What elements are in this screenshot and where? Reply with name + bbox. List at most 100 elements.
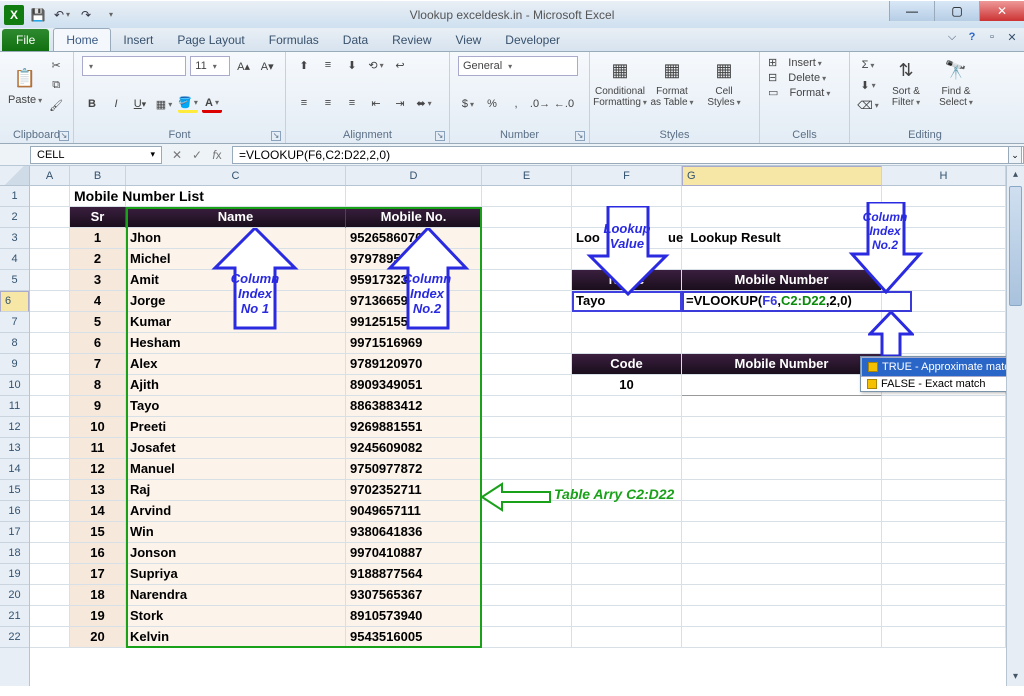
row-header[interactable]: 21 (0, 606, 29, 627)
fill-icon[interactable]: ⬇ (858, 76, 878, 94)
cell[interactable] (682, 207, 882, 228)
cell[interactable]: Preeti (126, 417, 346, 438)
tab-formulas[interactable]: Formulas (257, 29, 331, 51)
cell[interactable] (30, 186, 70, 207)
cell[interactable]: 8 (70, 375, 126, 396)
cell[interactable] (482, 627, 572, 648)
format-cells-button[interactable]: ▭ Format (768, 86, 841, 99)
help-icon[interactable]: ? (964, 31, 980, 44)
cell[interactable]: Alex (126, 354, 346, 375)
cell[interactable]: Tayo (572, 291, 682, 312)
cell[interactable]: 9702352711 (346, 480, 482, 501)
close-button[interactable]: ✕ (979, 1, 1024, 21)
row-header[interactable]: 13 (0, 438, 29, 459)
cell[interactable] (682, 606, 882, 627)
cell[interactable] (682, 543, 882, 564)
dialog-launcher-icon[interactable]: ↘ (59, 131, 69, 141)
cell[interactable] (30, 564, 70, 585)
decrease-decimal-icon[interactable]: ←.0 (554, 95, 574, 113)
cell[interactable] (682, 249, 882, 270)
cell[interactable]: Mobile Number (682, 354, 882, 375)
cell[interactable] (882, 585, 1006, 606)
cell[interactable] (882, 396, 1006, 417)
cell[interactable]: Michel (126, 249, 346, 270)
cell[interactable] (30, 291, 70, 312)
cell[interactable] (482, 333, 572, 354)
cell[interactable] (30, 249, 70, 270)
cell[interactable]: Code (572, 354, 682, 375)
cell[interactable] (482, 417, 572, 438)
underline-button[interactable]: U▾ (130, 95, 150, 113)
row-header[interactable]: 8 (0, 333, 29, 354)
cell[interactable] (682, 333, 882, 354)
cell[interactable]: 6 (70, 333, 126, 354)
row-header[interactable]: 2 (0, 207, 29, 228)
merge-center-icon[interactable]: ⬌ (414, 94, 434, 112)
cell[interactable] (30, 417, 70, 438)
align-center-icon[interactable]: ≡ (318, 94, 338, 112)
shrink-font-icon[interactable]: A▾ (257, 57, 277, 75)
cell[interactable] (572, 417, 682, 438)
cell[interactable] (482, 186, 572, 207)
cell[interactable] (30, 375, 70, 396)
row-header[interactable]: 6 (0, 291, 29, 312)
scroll-up-icon[interactable]: ▴ (1007, 166, 1024, 184)
cell[interactable]: Narendra (126, 585, 346, 606)
maximize-button[interactable]: ▢ (934, 1, 979, 21)
border-button[interactable]: ▦ (154, 95, 174, 113)
cell[interactable] (30, 522, 70, 543)
insert-cells-button[interactable]: ⊞ Insert (768, 56, 841, 69)
col-header[interactable]: B (70, 166, 126, 185)
cell[interactable] (482, 354, 572, 375)
cell[interactable] (30, 543, 70, 564)
cell[interactable]: Ajith (126, 375, 346, 396)
bold-button[interactable]: B (82, 95, 102, 113)
cell[interactable] (682, 564, 882, 585)
cell[interactable] (482, 249, 572, 270)
cell[interactable]: Supriya (126, 564, 346, 585)
cell[interactable]: 9307565367 (346, 585, 482, 606)
cell-styles-button[interactable]: ▦Cell Styles (702, 56, 746, 108)
cell[interactable]: 20 (70, 627, 126, 648)
cell[interactable] (572, 606, 682, 627)
cell[interactable] (30, 396, 70, 417)
enter-formula-icon[interactable]: ✓ (188, 148, 206, 162)
cell[interactable]: 5 (70, 312, 126, 333)
currency-icon[interactable]: $ (458, 95, 478, 113)
cell[interactable]: Jorge (126, 291, 346, 312)
col-header[interactable]: E (482, 166, 572, 185)
cell[interactable] (30, 501, 70, 522)
cell[interactable]: 15 (70, 522, 126, 543)
cell[interactable] (572, 501, 682, 522)
increase-indent-icon[interactable]: ⇥ (390, 94, 410, 112)
cell[interactable]: Jhon (126, 228, 346, 249)
cell[interactable] (572, 543, 682, 564)
cell[interactable]: Raj (126, 480, 346, 501)
cell[interactable]: Win (126, 522, 346, 543)
cell[interactable]: Mobile Number List (70, 186, 126, 207)
cell[interactable]: 8863883412 (346, 396, 482, 417)
align-middle-icon[interactable]: ≡ (318, 56, 338, 74)
cell[interactable]: Arvind (126, 501, 346, 522)
row-header[interactable]: 15 (0, 480, 29, 501)
cell[interactable]: Name (126, 207, 346, 228)
cell[interactable] (682, 459, 882, 480)
find-select-button[interactable]: 🔭Find & Select (934, 56, 978, 108)
col-header[interactable]: D (346, 166, 482, 185)
align-top-icon[interactable]: ⬆ (294, 56, 314, 74)
vertical-scrollbar[interactable]: ▴ ▾ (1006, 166, 1024, 686)
cell[interactable]: 3 (70, 270, 126, 291)
cell[interactable]: Mobile Number (682, 270, 882, 291)
cell[interactable]: =VLOOKUP(F6,C2:D22,2,0) (682, 291, 882, 312)
cut-icon[interactable]: ✂ (46, 56, 66, 74)
minimize-button[interactable]: — (889, 1, 934, 21)
tab-data[interactable]: Data (331, 29, 380, 51)
increase-decimal-icon[interactable]: .0→ (530, 95, 550, 113)
cell[interactable] (482, 438, 572, 459)
scroll-down-icon[interactable]: ▾ (1007, 668, 1024, 686)
tab-view[interactable]: View (444, 29, 494, 51)
row-header[interactable]: 3 (0, 228, 29, 249)
cell[interactable] (682, 375, 882, 396)
cell[interactable]: 9245609082 (346, 438, 482, 459)
file-tab[interactable]: File (2, 29, 49, 51)
